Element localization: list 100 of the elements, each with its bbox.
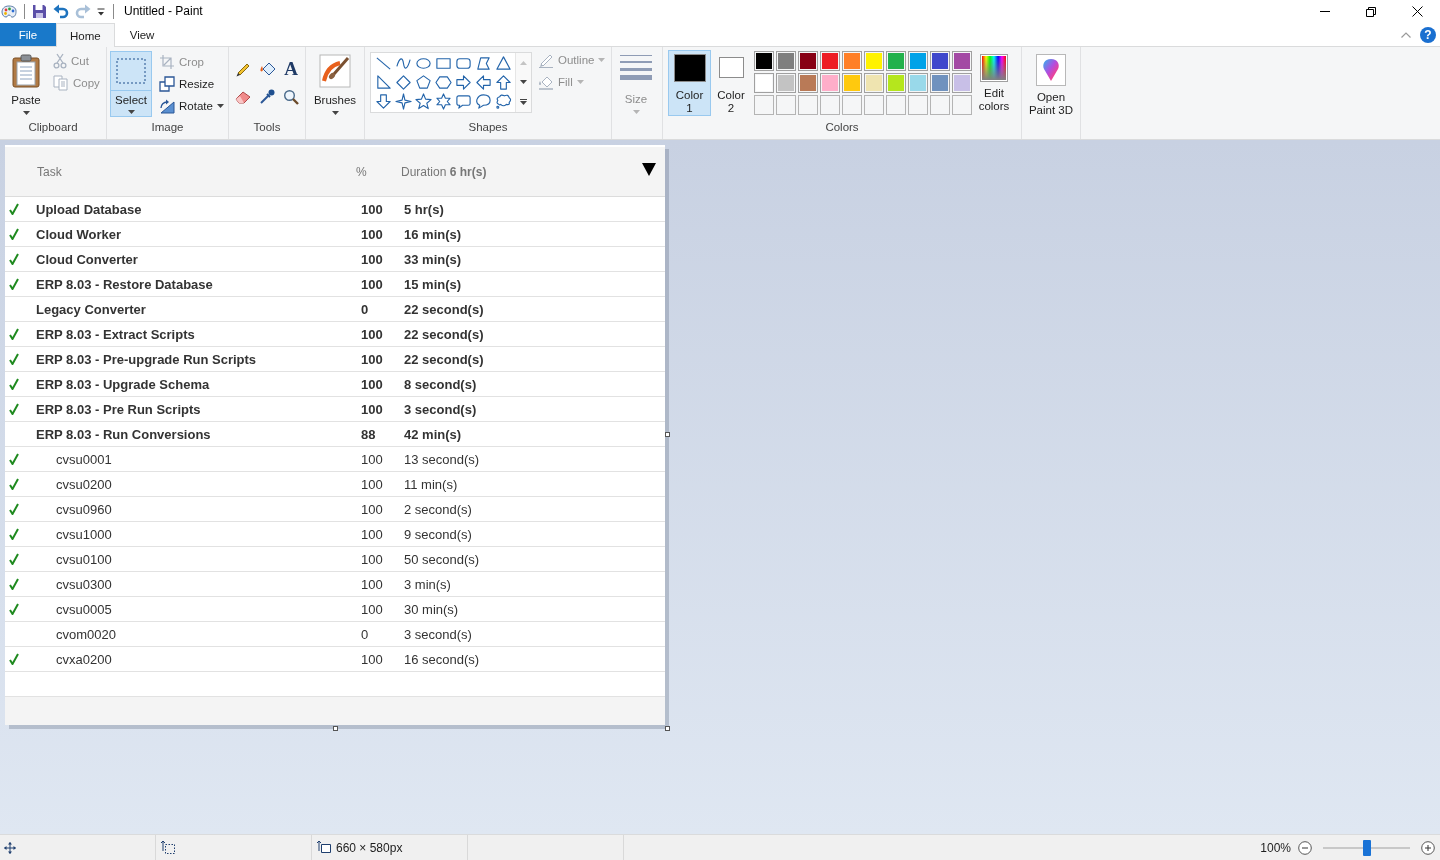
cloud-callout-icon[interactable] (494, 93, 512, 110)
save-icon[interactable] (32, 4, 47, 19)
resize-button[interactable]: Resize (156, 73, 227, 95)
color-swatch[interactable] (798, 51, 818, 71)
custom-color-slot[interactable] (908, 95, 928, 115)
resize-icon (159, 76, 175, 92)
file-menu-button[interactable]: File (0, 23, 56, 46)
clipboard-icon (12, 54, 40, 88)
close-icon[interactable] (1411, 6, 1423, 17)
color-swatch[interactable] (886, 51, 906, 71)
ribbon-tab[interactable]: View (114, 23, 170, 46)
duration-value: 30 min(s) (404, 601, 459, 617)
rounded-callout-icon[interactable] (454, 93, 472, 110)
custom-color-slot[interactable] (754, 95, 774, 115)
open-paint-3d-button[interactable]: Open Paint 3D (1025, 50, 1077, 116)
undo-icon[interactable] (53, 4, 69, 19)
color-swatch[interactable] (864, 73, 884, 93)
oval-callout-icon[interactable] (474, 93, 492, 110)
select-button[interactable]: Select (110, 51, 152, 117)
help-button[interactable]: ? (1420, 26, 1436, 43)
customize-dropdown-icon[interactable] (97, 7, 105, 16)
color-swatch[interactable] (930, 51, 950, 71)
task-name: cvom0020 (56, 626, 116, 642)
color-swatch[interactable] (908, 51, 928, 71)
color-swatch[interactable] (842, 73, 862, 93)
percent-value: 100 (361, 226, 383, 242)
color-swatch[interactable] (798, 73, 818, 93)
task-name: cvsu0960 (56, 501, 112, 517)
six-point-star-icon[interactable] (434, 93, 452, 110)
color-swatch[interactable] (820, 73, 840, 93)
color-button[interactable]: Color 2 (713, 50, 749, 116)
canvas[interactable] (5, 145, 665, 725)
five-point-star-icon[interactable] (414, 93, 432, 110)
eraser-icon[interactable] (234, 90, 252, 104)
scroll-down-icon[interactable] (520, 79, 527, 84)
color-swatch[interactable] (952, 73, 972, 93)
task-name: ERP 8.03 - Upgrade Schema (36, 376, 210, 392)
custom-color-slot[interactable] (820, 95, 840, 115)
ribbon-tab[interactable]: Home (56, 23, 115, 47)
custom-color-slot[interactable] (952, 95, 972, 115)
triangle-icon[interactable] (494, 55, 512, 72)
custom-color-slot[interactable] (798, 95, 818, 115)
rotate-button[interactable]: Rotate (156, 95, 227, 117)
fill-bucket-icon[interactable] (258, 61, 276, 77)
diamond-icon[interactable] (394, 74, 412, 91)
percent-value: 100 (361, 276, 383, 292)
magnifier-icon[interactable] (283, 89, 299, 105)
color-swatch[interactable] (754, 51, 774, 71)
percent-value: 100 (361, 376, 383, 392)
duration-value: 42 min(s) (404, 426, 462, 442)
polygon-icon[interactable] (474, 55, 492, 72)
four-point-star-icon[interactable] (394, 93, 412, 110)
fill-bucket-icon (538, 74, 554, 90)
zoom-out-icon[interactable] (1298, 840, 1312, 855)
color-swatch[interactable] (776, 51, 796, 71)
left-arrow-icon[interactable] (474, 74, 492, 91)
group-label: Tools (252, 120, 282, 135)
paint-palette-icon[interactable] (1, 3, 17, 20)
right-arrow-icon[interactable] (454, 74, 472, 91)
slider-thumb[interactable] (1362, 839, 1371, 856)
custom-color-slot[interactable] (886, 95, 906, 115)
edit-colors-button[interactable]: Edit colors (974, 50, 1014, 116)
hexagon-icon[interactable] (434, 74, 452, 91)
custom-color-slot[interactable] (842, 95, 862, 115)
restore-icon[interactable] (1366, 6, 1376, 17)
color-swatch[interactable] (930, 73, 950, 93)
color-swatch[interactable] (908, 73, 928, 93)
color-swatch[interactable] (952, 51, 972, 71)
curve-icon[interactable] (394, 55, 412, 72)
custom-color-slot[interactable] (776, 95, 796, 115)
line-icon[interactable] (374, 55, 392, 72)
up-arrow-icon[interactable] (494, 74, 512, 91)
text-tool-button[interactable]: A (280, 59, 302, 79)
pencil-icon (538, 52, 554, 68)
caret-up-icon[interactable] (1401, 31, 1411, 38)
rectangle-icon[interactable] (434, 55, 452, 72)
resize-handle[interactable] (333, 726, 338, 731)
duration-value: 9 second(s) (404, 526, 472, 542)
custom-color-slot[interactable] (930, 95, 950, 115)
paste-button[interactable]: Paste (5, 50, 47, 116)
pencil-icon[interactable] (235, 61, 251, 77)
color-button[interactable]: Color 1 (668, 50, 711, 116)
line-widths-icon (620, 54, 652, 81)
color-swatch[interactable] (842, 51, 862, 71)
duration-value: 3 second(s) (404, 626, 472, 642)
down-arrow-icon[interactable] (374, 93, 392, 110)
right-triangle-icon[interactable] (374, 74, 392, 91)
color-swatch[interactable] (776, 73, 796, 93)
color-swatch[interactable] (886, 73, 906, 93)
color-picker-icon[interactable] (259, 89, 275, 105)
color-swatch[interactable] (820, 51, 840, 71)
brushes-button[interactable]: Brushes (311, 50, 359, 116)
resize-handle[interactable] (665, 726, 670, 731)
zoom-in-icon[interactable] (1421, 840, 1435, 855)
resize-handle[interactable] (665, 432, 670, 437)
color-swatch[interactable] (754, 73, 774, 93)
color-swatch[interactable] (864, 51, 884, 71)
pentagon-icon[interactable] (414, 74, 432, 91)
more-shapes-icon[interactable] (520, 98, 527, 105)
custom-color-slot[interactable] (864, 95, 884, 115)
